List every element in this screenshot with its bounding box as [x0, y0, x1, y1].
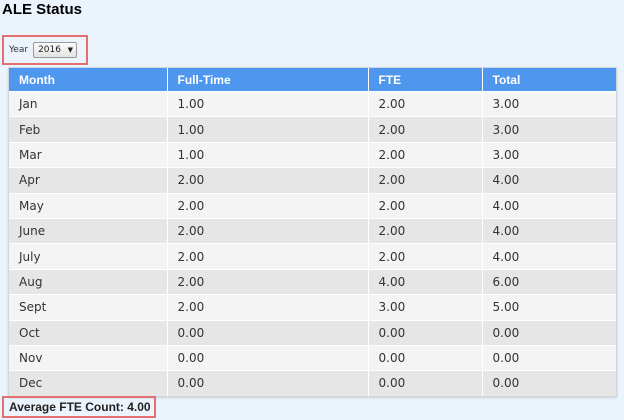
- full-time-cell: 0.00: [167, 370, 369, 396]
- total-cell: 0.00: [482, 370, 616, 396]
- fte-cell: 2.00: [368, 90, 483, 117]
- total-cell: 4.00: [482, 243, 616, 270]
- year-filter: Year 2016 ▼: [2, 35, 88, 65]
- table-row: June 2.00 2.00 4.00: [9, 217, 616, 244]
- total-cell: 0.00: [482, 319, 616, 346]
- total-cell: 3.00: [482, 141, 616, 168]
- month-cell: Mar: [9, 141, 168, 168]
- ale-status-table: Month Full-Time FTE Total Jan 1.00 2.00 3.0…: [8, 67, 617, 397]
- fte-cell: 2.00: [368, 217, 483, 244]
- fte-cell: 2.00: [368, 192, 483, 219]
- total-cell: 5.00: [482, 294, 616, 321]
- full-time-cell: 0.00: [167, 319, 369, 346]
- month-cell: Feb: [9, 116, 168, 143]
- table-row: May 2.00 2.00 4.00: [9, 192, 616, 219]
- table-header-row: Month Full-Time FTE Total: [9, 68, 616, 92]
- total-cell: 0.00: [482, 344, 616, 371]
- full-time-cell: 1.00: [167, 90, 369, 117]
- total-cell: 3.00: [482, 90, 616, 117]
- fte-cell: 0.00: [368, 344, 483, 371]
- month-cell: Sept: [9, 294, 168, 321]
- full-time-cell: 2.00: [167, 192, 369, 219]
- full-time-cell: 2.00: [167, 167, 369, 194]
- page-title: ALE Status: [2, 1, 83, 18]
- column-header-full-time: Full-Time: [167, 68, 369, 92]
- table-row: Mar 1.00 2.00 3.00: [9, 141, 616, 168]
- fte-cell: 3.00: [368, 294, 483, 321]
- table-row: Oct 0.00 0.00 0.00: [9, 319, 616, 346]
- table-row: Aug 2.00 4.00 6.00: [9, 268, 616, 295]
- column-header-fte: FTE: [368, 68, 483, 92]
- full-time-cell: 2.00: [167, 243, 369, 270]
- full-time-cell: 2.00: [167, 268, 369, 295]
- year-label: Year: [9, 45, 29, 55]
- fte-cell: 2.00: [368, 167, 483, 194]
- month-cell: Jan: [9, 90, 168, 117]
- total-cell: 4.00: [482, 217, 616, 244]
- month-cell: Apr: [9, 167, 168, 194]
- full-time-cell: 1.00: [167, 141, 369, 168]
- table-row: Sept 2.00 3.00 5.00: [9, 294, 616, 321]
- month-cell: July: [9, 243, 168, 270]
- average-fte-count: Average FTE Count: 4.00: [2, 396, 156, 418]
- full-time-cell: 2.00: [167, 217, 369, 244]
- full-time-cell: 0.00: [167, 344, 369, 371]
- total-cell: 6.00: [482, 268, 616, 295]
- table-row: Apr 2.00 2.00 4.00: [9, 167, 616, 194]
- chevron-down-icon: ▼: [67, 46, 74, 54]
- table-row: Dec 0.00 0.00 0.00: [9, 370, 616, 396]
- year-select-value: 2016: [38, 45, 61, 55]
- table-row: Nov 0.00 0.00 0.00: [9, 344, 616, 371]
- table-row: Feb 1.00 2.00 3.00: [9, 116, 616, 143]
- month-cell: Aug: [9, 268, 168, 295]
- fte-cell: 2.00: [368, 141, 483, 168]
- month-cell: Oct: [9, 319, 168, 346]
- table-row: Jan 1.00 2.00 3.00: [9, 90, 616, 117]
- table-row: July 2.00 2.00 4.00: [9, 243, 616, 270]
- total-cell: 4.00: [482, 192, 616, 219]
- fte-cell: 2.00: [368, 116, 483, 143]
- year-select[interactable]: 2016 ▼: [33, 42, 78, 58]
- total-cell: 4.00: [482, 167, 616, 194]
- total-cell: 3.00: [482, 116, 616, 143]
- fte-cell: 0.00: [368, 370, 483, 396]
- column-header-month: Month: [9, 68, 168, 92]
- month-cell: June: [9, 217, 168, 244]
- full-time-cell: 2.00: [167, 294, 369, 321]
- full-time-cell: 1.00: [167, 116, 369, 143]
- month-cell: Nov: [9, 344, 168, 371]
- month-cell: Dec: [9, 370, 168, 396]
- fte-cell: 0.00: [368, 319, 483, 346]
- fte-cell: 2.00: [368, 243, 483, 270]
- month-cell: May: [9, 192, 168, 219]
- fte-cell: 4.00: [368, 268, 483, 295]
- column-header-total: Total: [482, 68, 616, 92]
